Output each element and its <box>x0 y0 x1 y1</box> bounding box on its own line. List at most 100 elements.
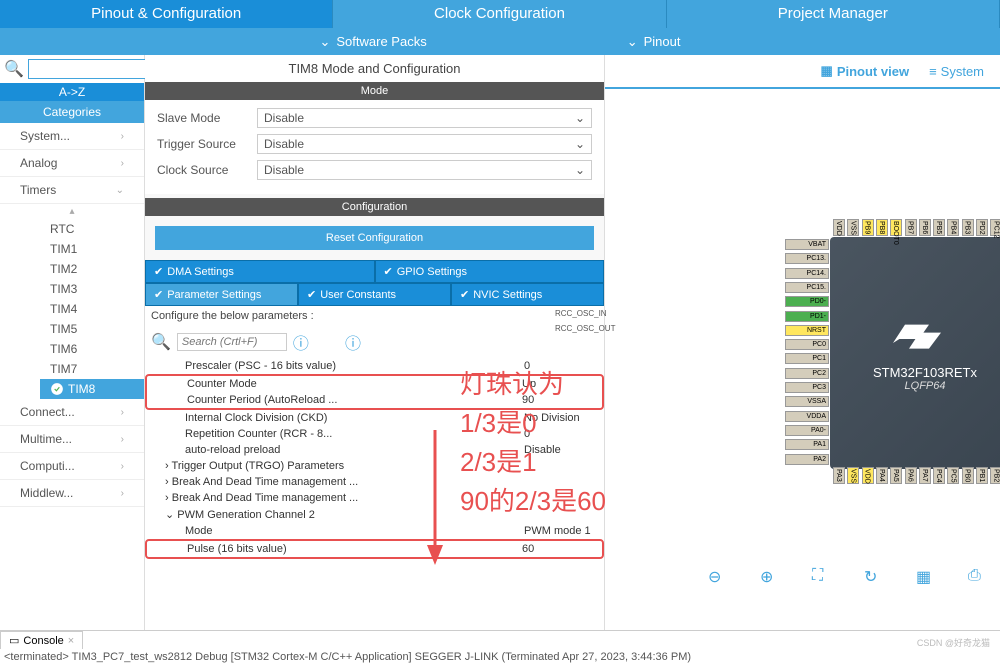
pin-PC2[interactable]: PC2 <box>785 368 829 379</box>
nav-next-icon[interactable]: ⓘ <box>345 330 361 354</box>
param-search-input[interactable] <box>177 333 287 351</box>
export-icon[interactable]: ⎙ <box>968 567 990 589</box>
st-logo-icon <box>885 315 965 355</box>
pin-PA7[interactable]: PA7 <box>919 467 931 484</box>
param-mode[interactable]: ModePWM mode 1 <box>145 523 604 539</box>
pin-PB4[interactable]: PB4 <box>947 219 959 236</box>
rotate-icon[interactable]: ↻ <box>864 567 886 589</box>
tab-dma-settings[interactable]: ✔DMA Settings <box>145 260 375 283</box>
timer-tim4[interactable]: TIM4 <box>40 299 144 319</box>
zoom-in-icon[interactable]: ⊕ <box>760 567 782 589</box>
config-panel: TIM8 Mode and Configuration Mode Slave M… <box>145 55 605 630</box>
chevron-right-icon: › <box>121 158 124 169</box>
slave-mode-select[interactable]: Disable⌄ <box>257 108 592 128</box>
pin-PB5[interactable]: PB5 <box>933 219 945 236</box>
software-packs-dropdown[interactable]: ⌄Software Packs <box>319 28 426 55</box>
pin-VSS[interactable]: VSS <box>847 467 859 484</box>
sidebar-item-computing[interactable]: Computi...› <box>0 453 144 480</box>
chevron-down-icon: ⌄ <box>627 34 638 50</box>
pin-PC0[interactable]: PC0 <box>785 339 829 350</box>
pin-PD2[interactable]: PD2 <box>976 219 988 236</box>
tab-gpio-settings[interactable]: ✔GPIO Settings <box>375 260 605 283</box>
pin-PB8[interactable]: PB8 <box>876 219 888 236</box>
pin-PB7[interactable]: PB7 <box>905 219 917 236</box>
pin-PA0-[interactable]: PA0- <box>785 425 829 436</box>
trigger-source-select[interactable]: Disable⌄ <box>257 134 592 154</box>
clock-source-select[interactable]: Disable⌄ <box>257 160 592 180</box>
timer-tim1[interactable]: TIM1 <box>40 239 144 259</box>
timer-rtc[interactable]: RTC <box>40 219 144 239</box>
timer-tim3[interactable]: TIM3 <box>40 279 144 299</box>
scroll-up-icon[interactable]: ▴ <box>0 204 144 219</box>
pin-PA5[interactable]: PA5 <box>890 467 902 484</box>
panel-title: TIM8 Mode and Configuration <box>145 55 604 82</box>
layers-icon[interactable]: ▦ <box>916 567 938 589</box>
pin-BOOT0[interactable]: BOOT0 <box>890 219 902 236</box>
tab-project-manager[interactable]: Project Manager <box>667 0 1000 28</box>
pin-VSSA[interactable]: VSSA <box>785 396 829 407</box>
fit-icon[interactable]: ⛶ <box>812 567 834 589</box>
param-pulse[interactable]: Pulse (16 bits value)60 <box>147 541 602 557</box>
pin-PB1[interactable]: PB1 <box>976 467 988 484</box>
pin-VSS[interactable]: VSS <box>847 219 859 236</box>
timer-tim5[interactable]: TIM5 <box>40 319 144 339</box>
pin-PC12[interactable]: PC12 <box>990 219 1000 236</box>
sidebar-item-connectivity[interactable]: Connect...› <box>0 399 144 426</box>
tab-clock-config[interactable]: Clock Configuration <box>333 0 666 28</box>
pin-PA4[interactable]: PA4 <box>876 467 888 484</box>
tab-nvic-settings[interactable]: ✔NVIC Settings <box>451 283 604 306</box>
pin-VDDA[interactable]: VDDA <box>785 411 829 422</box>
sidebar-item-multimedia[interactable]: Multime...› <box>0 426 144 453</box>
sidebar-item-timers[interactable]: Timers⌄ <box>0 177 144 204</box>
pin-PA1[interactable]: PA1 <box>785 439 829 450</box>
timer-tim2[interactable]: TIM2 <box>40 259 144 279</box>
nav-prev-icon[interactable]: ⓘ <box>293 330 309 354</box>
categories-header: Categories <box>0 101 144 123</box>
osc-out-label: RCC_OSC_OUT <box>555 324 615 333</box>
sidebar-item-system[interactable]: System...› <box>0 123 144 150</box>
chevron-right-icon: › <box>121 434 124 445</box>
pin-PB0[interactable]: PB0 <box>962 467 974 484</box>
chip-area[interactable]: STM32F103RETx LQFP64 VBATPC13.PC14.PC15.… <box>605 89 1000 589</box>
pin-PB2[interactable]: PB2 <box>990 467 1000 484</box>
tab-user-constants[interactable]: ✔User Constants <box>298 283 451 306</box>
tab-pinout-config[interactable]: Pinout & Configuration <box>0 0 333 28</box>
az-sort-button[interactable]: A->Z <box>0 83 144 101</box>
sidebar-item-middleware[interactable]: Middlew...› <box>0 480 144 507</box>
pin-PC14.[interactable]: PC14. <box>785 268 829 279</box>
pin-PB9[interactable]: PB9 <box>862 219 874 236</box>
pin-PD1-[interactable]: PD1- <box>785 311 829 322</box>
pin-PC15.[interactable]: PC15. <box>785 282 829 293</box>
pin-PA6[interactable]: PA6 <box>905 467 917 484</box>
pin-VBAT[interactable]: VBAT <box>785 239 829 250</box>
pin-PC13.[interactable]: PC13. <box>785 253 829 264</box>
reset-configuration-button[interactable]: Reset Configuration <box>155 226 594 250</box>
console-tab[interactable]: ▭Console× <box>0 631 83 649</box>
pinout-view-tab[interactable]: ▦Pinout view <box>821 63 910 79</box>
pin-PD0-[interactable]: PD0- <box>785 296 829 307</box>
pin-NRST[interactable]: NRST <box>785 325 829 336</box>
pin-VDD[interactable]: VDD <box>833 219 845 236</box>
pin-PB3[interactable]: PB3 <box>962 219 974 236</box>
check-icon: ✔ <box>154 288 163 301</box>
pin-PC3[interactable]: PC3 <box>785 382 829 393</box>
tab-parameter-settings[interactable]: ✔Parameter Settings <box>145 283 298 306</box>
timer-tim8[interactable]: TIM8 <box>40 379 144 399</box>
search-icon[interactable]: 🔍 <box>151 332 171 352</box>
pin-PA2[interactable]: PA2 <box>785 454 829 465</box>
system-view-tab[interactable]: ≡System <box>929 63 984 79</box>
pin-VDD[interactable]: VDD <box>862 467 874 484</box>
pin-PA3[interactable]: PA3 <box>833 467 845 484</box>
pin-PC1[interactable]: PC1 <box>785 353 829 364</box>
close-icon[interactable]: × <box>68 635 74 647</box>
pin-PC5[interactable]: PC5 <box>947 467 959 484</box>
pin-PC4[interactable]: PC4 <box>933 467 945 484</box>
pinout-dropdown[interactable]: ⌄Pinout <box>627 28 681 55</box>
search-icon[interactable]: 🔍 <box>4 59 24 79</box>
slave-mode-label: Slave Mode <box>157 111 257 125</box>
timer-tim7[interactable]: TIM7 <box>40 359 144 379</box>
zoom-out-icon[interactable]: ⊖ <box>708 567 730 589</box>
timer-tim6[interactable]: TIM6 <box>40 339 144 359</box>
pin-PB6[interactable]: PB6 <box>919 219 931 236</box>
sidebar-item-analog[interactable]: Analog› <box>0 150 144 177</box>
